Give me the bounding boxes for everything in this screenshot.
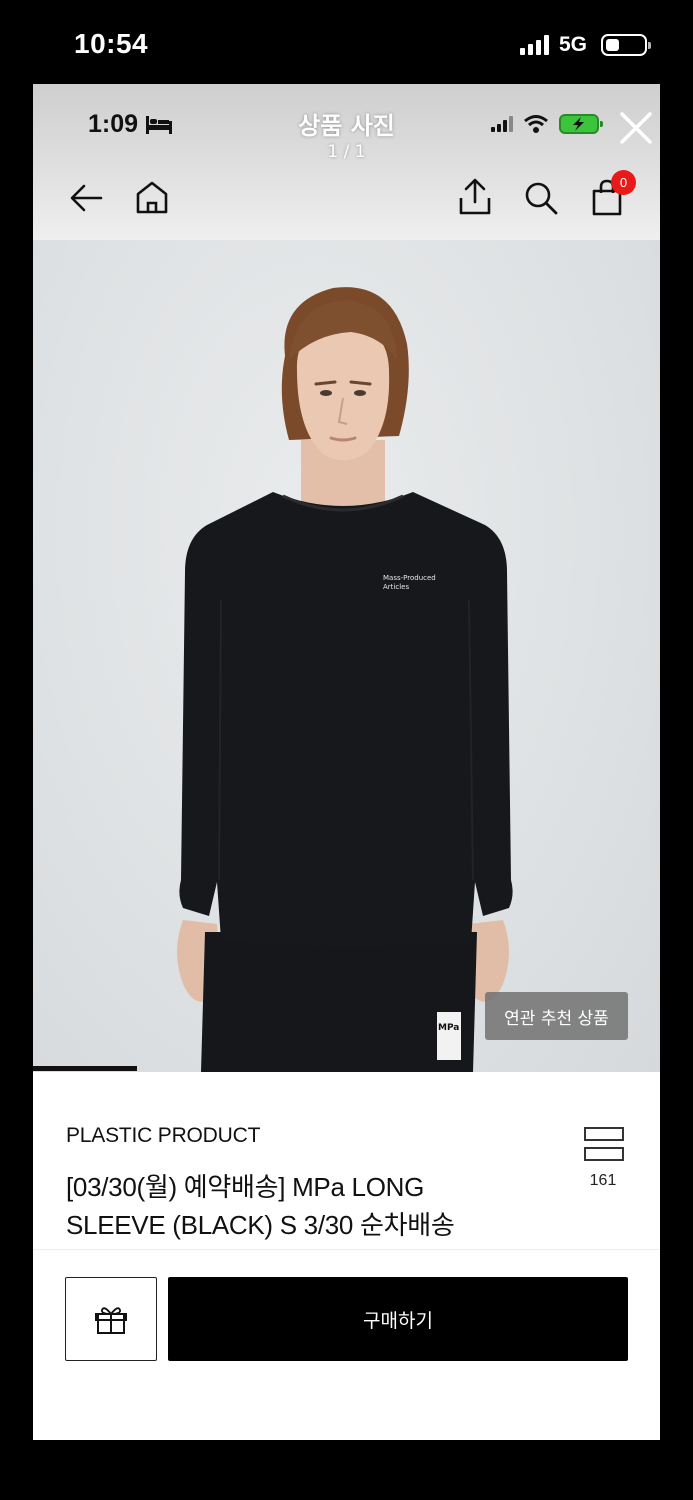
gift-button[interactable] — [65, 1277, 157, 1361]
shirt-print-line1: Mass-Produced — [383, 574, 436, 582]
review-count[interactable]: 161 — [573, 1172, 633, 1190]
model-image: Mass-Produced Articles MPa — [177, 287, 513, 1072]
photo-progress-bar — [33, 1066, 137, 1071]
viewer-title: 상품 사진 — [298, 112, 395, 140]
share-icon[interactable] — [453, 176, 497, 220]
inner-top-bar: 1:09 상품 사진 1 / 1 0 — [33, 84, 660, 240]
home-icon[interactable] — [130, 176, 174, 220]
app-nav-bar — [33, 176, 660, 226]
gift-icon — [95, 1307, 127, 1334]
photo-counter: 1 / 1 — [327, 142, 366, 162]
search-icon[interactable] — [519, 176, 563, 220]
related-products-button[interactable]: 연관 추천 상품 — [485, 992, 628, 1040]
shorts-logo-patch — [437, 1012, 461, 1060]
brand-name[interactable]: PLASTIC PRODUCT — [66, 1124, 260, 1148]
shirt-print-line2: Articles — [383, 583, 409, 591]
product-photo[interactable]: Mass-Produced Articles MPa 연관 추천 상품 — [33, 240, 660, 1072]
photo-viewer: 1:09 상품 사진 1 / 1 0 Mass-Produced Article… — [33, 84, 660, 1440]
buy-button[interactable]: 구매하기 — [168, 1277, 628, 1361]
network-type: 5G — [558, 33, 587, 56]
product-name-line1: [03/30(월) 예약배송] MPa LONG — [66, 1172, 425, 1202]
outer-status-bar: 10:54 5G — [0, 0, 693, 84]
outer-status-icons: 5G — [519, 33, 651, 57]
stack-icon[interactable] — [584, 1127, 624, 1163]
divider — [33, 1249, 660, 1250]
shorts-logo-text: MPa — [438, 1023, 459, 1033]
arrow-left-icon[interactable] — [65, 176, 109, 220]
battery-icon — [601, 34, 651, 56]
product-name-line2: SLEEVE (BLACK) S 3/30 순차배송 — [66, 1210, 455, 1240]
cart-badge: 0 — [611, 170, 636, 195]
close-icon[interactable] — [616, 108, 656, 148]
product-name: [03/30(월) 예약배송] MPa LONG SLEEVE (BLACK) … — [66, 1168, 536, 1244]
outer-clock: 10:54 — [74, 28, 149, 59]
signal-icon — [519, 35, 549, 55]
